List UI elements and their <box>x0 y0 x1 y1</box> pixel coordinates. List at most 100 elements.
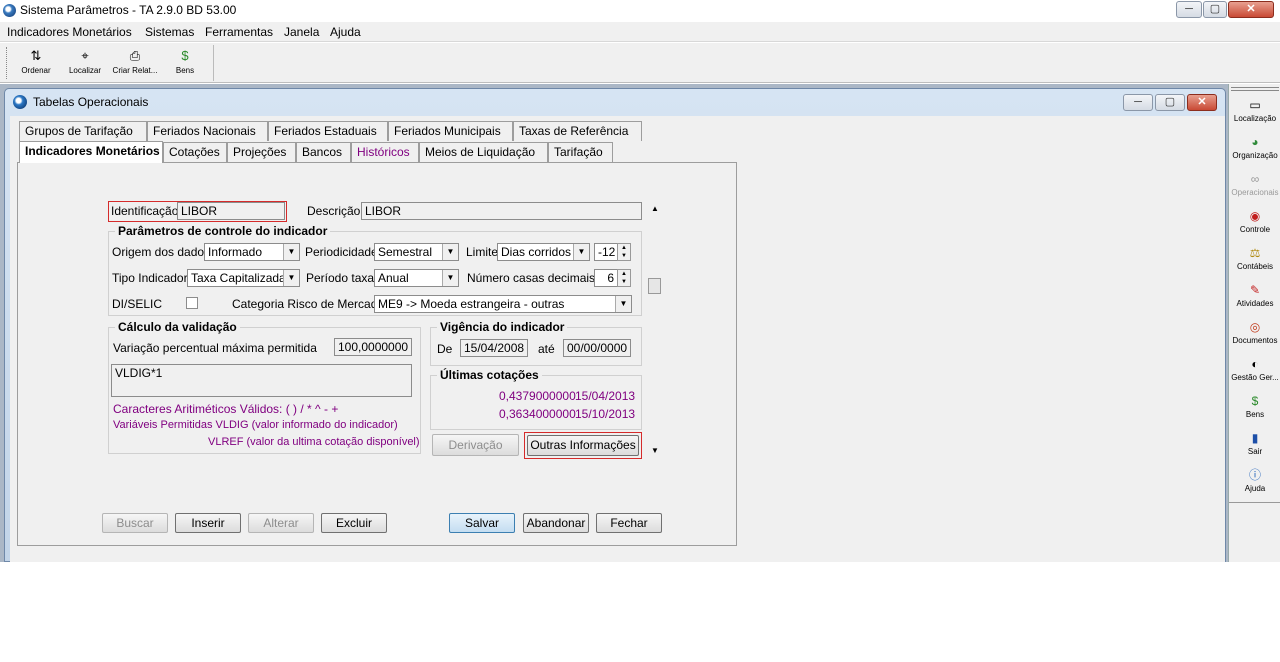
limite-number[interactable]: -12 <box>594 243 618 261</box>
scale-icon: ⚖ <box>1249 246 1261 260</box>
menu-indicadores[interactable]: Indicadores Monetários <box>7 25 132 39</box>
chevron-down-icon: ▼ <box>442 270 458 286</box>
periodo-select[interactable]: Anual ▼ <box>374 269 459 287</box>
cotacao-data-1: 15/04/2013 <box>575 389 636 403</box>
tab-feriados-municipais[interactable]: Feriados Municipais <box>388 121 513 141</box>
tab-feriados-nacionais[interactable]: Feriados Nacionais <box>147 121 268 141</box>
de-label: De <box>437 342 453 356</box>
variacao-field[interactable]: 100,0000000 <box>334 338 412 356</box>
buscar-button[interactable]: Buscar <box>102 513 168 533</box>
sort-icon: ⇅ <box>30 48 42 63</box>
child-window-title: Tabelas Operacionais <box>33 95 149 109</box>
bens-button[interactable]: $ Bens <box>162 46 208 80</box>
identificacao-field[interactable]: LIBOR <box>177 202 285 220</box>
maximize-button[interactable]: ▢ <box>1203 1 1227 18</box>
child-close-button[interactable]: ✕ <box>1187 94 1217 111</box>
params-title: Parâmetros de controle do indicador <box>115 224 331 238</box>
chevron-down-icon: ▼ <box>283 244 299 260</box>
child-maximize-button[interactable]: ▢ <box>1155 94 1185 111</box>
limite-select[interactable]: Dias corridos ▼ <box>497 243 590 261</box>
tipo-select[interactable]: Taxa Capitalizada ▼ <box>187 269 300 287</box>
formula-field[interactable]: VLDIG*1 <box>111 364 412 397</box>
ultimas-title: Últimas cotações <box>437 368 542 382</box>
origem-select[interactable]: Informado ▼ <box>204 243 300 261</box>
tab-feriados-estaduais[interactable]: Feriados Estaduais <box>268 121 388 141</box>
shortcut-organizacao[interactable]: ◕ Organização <box>1229 135 1280 160</box>
shortcut-localizacao[interactable]: ▭ Localização <box>1229 98 1280 123</box>
tab-bancos[interactable]: Bancos <box>296 142 351 162</box>
ordenar-button[interactable]: ⇅ Ordenar <box>13 46 59 80</box>
shortcut-contabeis[interactable]: ⚖ Contábeis <box>1229 246 1280 271</box>
menu-sistemas[interactable]: Sistemas <box>145 25 194 39</box>
fechar-button[interactable]: Fechar <box>596 513 662 533</box>
scroll-thumb[interactable] <box>648 278 661 294</box>
shortcut-gestao[interactable]: ◐ Gestão Ger... <box>1229 357 1280 382</box>
casas-label: Número casas decimais <box>467 271 596 285</box>
handshake-icon: ∞ <box>1250 172 1260 186</box>
scroll-up-icon[interactable]: ▲ <box>648 204 662 213</box>
origem-label: Origem dos dados <box>112 245 211 259</box>
ate-field[interactable]: 00/00/0000 <box>563 339 631 357</box>
casas-number[interactable]: 6 <box>594 269 618 287</box>
tipo-label: Tipo Indicador <box>112 271 188 285</box>
locate-icon: ▭ <box>1249 98 1261 112</box>
panel-separator <box>1229 502 1280 503</box>
toolbar: ⇅ Ordenar ⌖ Localizar ⎙ Criar Relat... $… <box>0 43 1280 83</box>
chevron-down-icon: ▼ <box>615 296 631 312</box>
inserir-button[interactable]: Inserir <box>175 513 241 533</box>
identificacao-label: Identificação <box>111 204 179 218</box>
form-scrollbar[interactable]: ▲ ▼ <box>648 204 662 456</box>
salvar-button[interactable]: Salvar <box>449 513 515 533</box>
casas-spinner[interactable]: ▲ ▼ <box>617 269 631 287</box>
outras-informacoes-button[interactable]: Outras Informações <box>527 435 639 456</box>
derivacao-button[interactable]: Derivação <box>432 434 519 456</box>
cotacao-data-2: 15/10/2013 <box>575 407 636 421</box>
caracteres-text: Caracteres Aritiméticos Válidos: ( ) / *… <box>113 402 339 416</box>
tab-grupos-tarifacao[interactable]: Grupos de Tarifação <box>19 121 147 141</box>
localizar-button[interactable]: ⌖ Localizar <box>62 46 108 80</box>
criar-relatorio-button[interactable]: ⎙ Criar Relat... <box>112 46 158 80</box>
menu-bar: Indicadores Monetários Sistemas Ferramen… <box>0 22 1280 42</box>
menu-ferramentas[interactable]: Ferramentas <box>205 25 273 39</box>
categoria-select[interactable]: ME9 -> Moeda estrangeira - outras ▼ <box>374 295 632 313</box>
shortcut-sair[interactable]: ▮ Sair <box>1229 431 1280 456</box>
minimize-button[interactable]: ─ <box>1176 1 1202 18</box>
scroll-down-icon[interactable]: ▼ <box>648 446 662 455</box>
menu-janela[interactable]: Janela <box>284 25 319 39</box>
cotacao-valor-2: 0,3634000000 <box>499 407 576 421</box>
periodicidade-label: Periodicidade <box>305 245 378 259</box>
child-minimize-button[interactable]: ─ <box>1123 94 1153 111</box>
locate-icon: ⌖ <box>81 48 89 63</box>
limite-spinner[interactable]: ▲ ▼ <box>617 243 631 261</box>
excluir-button[interactable]: Excluir <box>321 513 387 533</box>
alterar-button[interactable]: Alterar <box>248 513 314 533</box>
shortcut-operacionais[interactable]: ∞ Operacionais <box>1229 172 1280 197</box>
menu-ajuda[interactable]: Ajuda <box>330 25 361 39</box>
cotacao-valor-1: 0,4379000000 <box>499 389 576 403</box>
shortcut-ajuda[interactable]: ⓘ Ajuda <box>1229 468 1280 493</box>
shortcut-bens[interactable]: $ Bens <box>1229 394 1280 419</box>
money-bag-icon: $ <box>181 48 189 63</box>
descricao-field[interactable]: LIBOR <box>361 202 642 220</box>
tab-tarifacao[interactable]: Tarifação <box>548 142 613 162</box>
variaveis-text: Variáveis Permitidas VLDIG (valor inform… <box>113 419 398 431</box>
tab-indicadores-monetarios[interactable]: Indicadores Monetários <box>19 141 163 163</box>
close-button[interactable]: ✕ <box>1228 1 1274 18</box>
tab-meios-liquidacao[interactable]: Meios de Liquidação <box>419 142 548 162</box>
de-field[interactable]: 15/04/2008 <box>460 339 528 357</box>
variacao-label: Variação percentual máxima permitida <box>113 341 317 355</box>
chevron-down-icon: ▼ <box>442 244 458 260</box>
diselic-checkbox[interactable] <box>186 297 198 309</box>
tab-historicos[interactable]: Históricos <box>351 142 419 162</box>
periodicidade-select[interactable]: Semestral ▼ <box>374 243 459 261</box>
right-shortcut-panel: ▭ Localização ◕ Organização ∞ Operacionais … <box>1228 84 1280 562</box>
tab-projecoes[interactable]: Projeções <box>227 142 296 162</box>
shortcut-controle[interactable]: ◉ Controle <box>1229 209 1280 234</box>
tab-cotacoes[interactable]: Cotações <box>163 142 227 162</box>
window-logo-icon <box>13 95 27 109</box>
shortcut-atividades[interactable]: ✎ Atividades <box>1229 283 1280 308</box>
abandonar-button[interactable]: Abandonar <box>523 513 589 533</box>
shortcut-documentos[interactable]: ◎ Documentos <box>1229 320 1280 345</box>
tab-taxas-referencia[interactable]: Taxas de Referência <box>513 121 642 141</box>
help-icon: ⓘ <box>1248 468 1261 482</box>
